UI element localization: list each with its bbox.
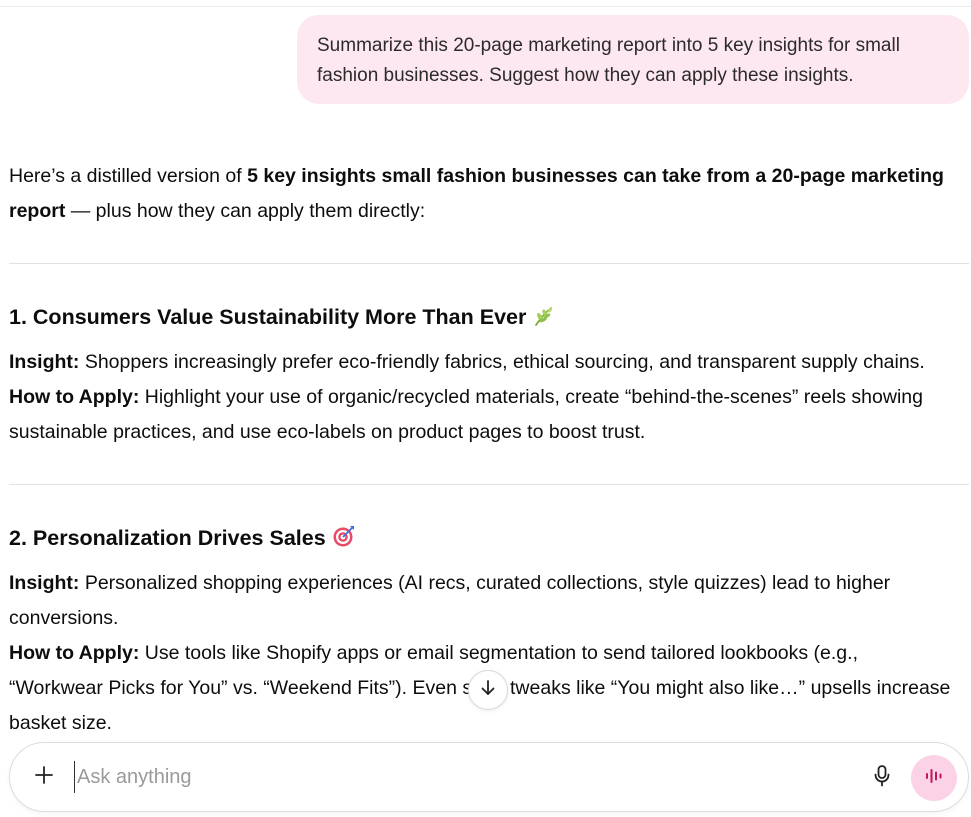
add-attachment-button[interactable] [30, 763, 58, 791]
section-divider [9, 263, 969, 264]
apply-label: How to Apply: [9, 642, 140, 664]
section-heading-text: 2. Personalization Drives Sales [9, 526, 326, 550]
insight-text: Personalized shopping experiences (AI re… [79, 572, 891, 594]
intro-text: — plus how they can apply them directly: [65, 200, 426, 222]
message-composer [9, 742, 969, 812]
apply-label: How to Apply: [9, 386, 140, 408]
user-message-line: Summarize this 20-page marketing report … [317, 35, 900, 56]
apply-text: basket size. [9, 712, 112, 734]
microphone-icon [872, 764, 892, 793]
apply-line-cont: tweaks like “You might also like…” upsel… [510, 671, 950, 706]
section-heading: 1. Consumers Value Sustainability More T… [9, 302, 554, 335]
insight-line: Insight: Personalized shopping experienc… [9, 566, 890, 601]
header-divider [0, 6, 971, 7]
section-heading: 2. Personalization Drives Sales [9, 523, 356, 556]
herb-icon [532, 305, 554, 335]
insight-label: Insight: [9, 351, 80, 373]
arrow-down-icon [478, 678, 498, 703]
user-message-line: fashion businesses. Suggest how they can… [317, 65, 854, 86]
message-input[interactable] [74, 761, 837, 793]
scroll-to-bottom-button[interactable] [468, 670, 508, 710]
apply-text: sustainable practices, and use eco-label… [9, 421, 646, 443]
direct-hit-icon [332, 524, 356, 556]
apply-text: “Workwear Picks for You” vs. “Weekend Fi… [9, 677, 478, 699]
intro-bold-text: report [9, 200, 66, 222]
dictate-button[interactable] [868, 763, 896, 793]
plus-icon [33, 764, 55, 791]
apply-text: Highlight your use of organic/recycled m… [139, 386, 923, 408]
response-intro-cont: report — plus how they can apply them di… [9, 194, 425, 229]
apply-line: How to Apply: Highlight your use of orga… [9, 380, 923, 415]
apply-line-cont: basket size. [9, 706, 112, 741]
apply-text: tweaks like “You might also like…” upsel… [510, 677, 951, 699]
user-message-bubble: Summarize this 20-page marketing report … [297, 15, 969, 104]
chat-page: Summarize this 20-page marketing report … [0, 0, 971, 817]
apply-text: Use tools like Shopify apps or email seg… [139, 642, 858, 664]
insight-text: conversions. [9, 607, 119, 629]
apply-line: How to Apply: Use tools like Shopify app… [9, 636, 858, 671]
insight-text: Shoppers increasingly prefer eco-friendl… [79, 351, 925, 373]
response-intro: Here’s a distilled version of 5 key insi… [9, 159, 944, 194]
section-heading-text: 1. Consumers Value Sustainability More T… [9, 305, 527, 329]
apply-line-cont: “Workwear Picks for You” vs. “Weekend Fi… [9, 671, 478, 706]
insight-line-cont: conversions. [9, 601, 118, 636]
waveform-icon [923, 766, 945, 791]
section-divider [9, 484, 969, 485]
intro-text: Here’s a distilled version of [9, 165, 248, 187]
insight-line: Insight: Shoppers increasingly prefer ec… [9, 345, 925, 380]
insight-label: Insight: [9, 572, 80, 594]
apply-line-cont: sustainable practices, and use eco-label… [9, 415, 645, 450]
voice-mode-button[interactable] [911, 755, 957, 801]
intro-bold-text: 5 key insights small fashion businesses … [247, 165, 944, 187]
